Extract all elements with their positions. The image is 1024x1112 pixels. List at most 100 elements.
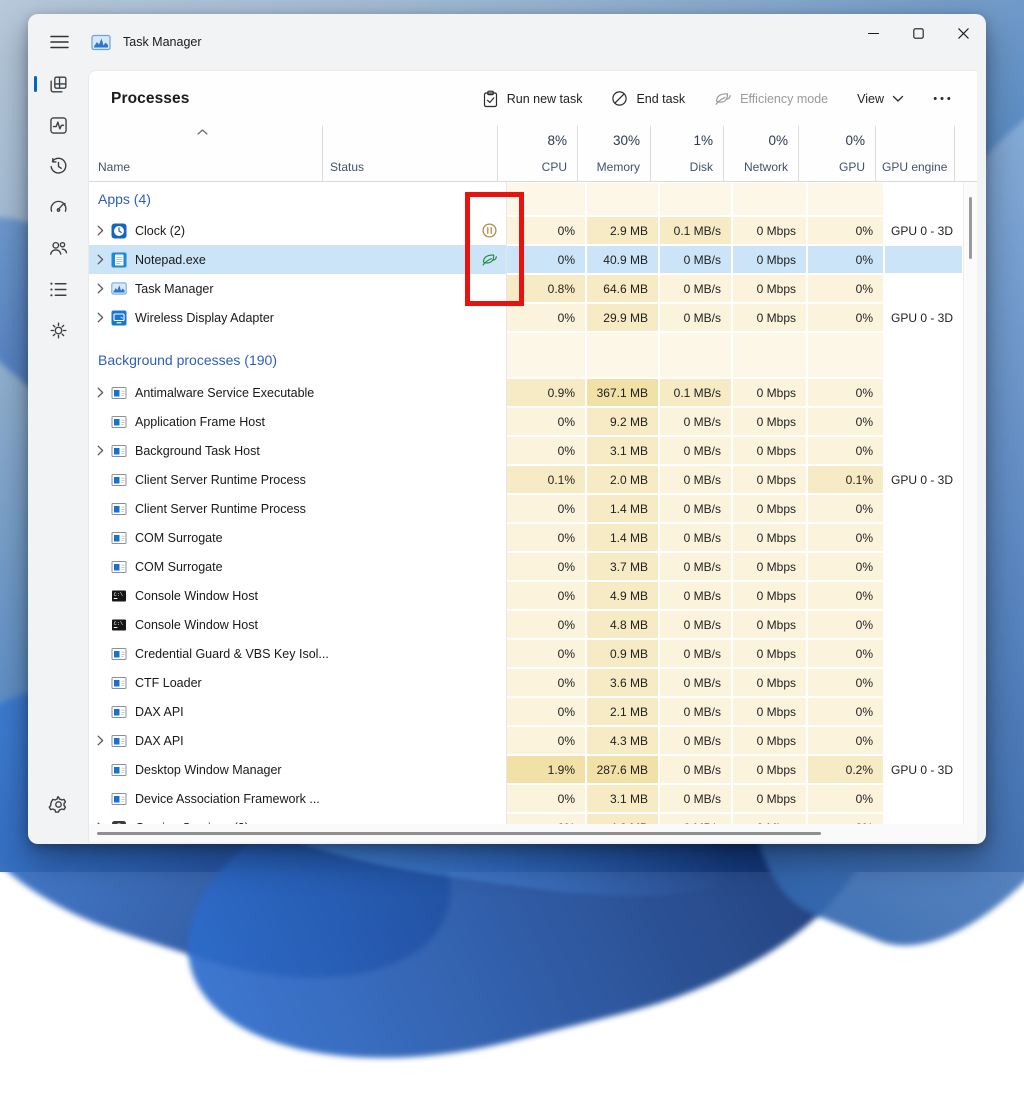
expand-chevron-icon[interactable] — [93, 385, 108, 401]
details-icon — [48, 279, 69, 300]
section-label: Background processes (190) — [89, 332, 506, 378]
process-name: Credential Guard & VBS Key Isol... — [135, 647, 329, 661]
performance-icon — [48, 115, 69, 136]
expand-chevron-icon[interactable] — [93, 443, 108, 459]
close-button[interactable] — [941, 14, 986, 52]
process-row[interactable]: C:\Console Window Host0%4.8 MB0 MB/s0 Mb… — [89, 610, 963, 639]
generic-window-icon — [111, 414, 127, 430]
name-header-label: Name — [98, 160, 322, 174]
value-cell-memory: 4.3 MB — [586, 726, 659, 755]
process-row[interactable]: Clock (2)0%2.9 MB0.1 MB/s0 Mbps0%GPU 0 -… — [89, 216, 963, 245]
process-row[interactable]: Notepad.exe0%40.9 MB0 MB/s0 Mbps0% — [89, 245, 963, 274]
process-row[interactable]: Client Server Runtime Process0.1%2.0 MB0… — [89, 465, 963, 494]
process-row[interactable]: Background Task Host0%3.1 MB0 MB/s0 Mbps… — [89, 436, 963, 465]
value-cell-cpu: 0% — [506, 552, 586, 581]
expand-chevron-icon[interactable] — [93, 733, 108, 749]
efficiency-mode-button[interactable]: Efficiency mode — [712, 86, 830, 111]
column-header-name[interactable]: Name — [89, 126, 323, 181]
process-row[interactable]: Application Frame Host0%9.2 MB0 MB/s0 Mb… — [89, 407, 963, 436]
process-name-cell: Task Manager — [89, 274, 331, 303]
value-cell-gpu: 0% — [807, 639, 884, 668]
process-row[interactable]: CTF Loader0%3.6 MB0 MB/s0 Mbps0% — [89, 668, 963, 697]
value-cell-cpu: 0% — [506, 523, 586, 552]
window-title: Task Manager — [123, 35, 202, 49]
process-name-cell: Credential Guard & VBS Key Isol... — [89, 639, 331, 668]
end-task-button[interactable]: End task — [609, 86, 687, 111]
value-cell-memory: 2.9 MB — [586, 216, 659, 245]
process-row[interactable]: Task Manager0.8%64.6 MB0 MB/s0 Mbps0% — [89, 274, 963, 303]
value-cell-gpu: 0% — [807, 784, 884, 813]
process-row[interactable]: Wireless Display Adapter0%29.9 MB0 MB/s0… — [89, 303, 963, 332]
process-row[interactable]: Desktop Window Manager1.9%287.6 MB0 MB/s… — [89, 755, 963, 784]
expand-chevron-icon[interactable] — [93, 223, 108, 239]
sidebar-item-processes[interactable] — [40, 66, 76, 102]
expand-chevron-icon[interactable] — [93, 252, 108, 268]
sidebar-item-app-history[interactable] — [40, 148, 76, 184]
column-total-percent: 0% — [845, 133, 865, 148]
process-name-cell: Wireless Display Adapter — [89, 303, 331, 332]
expand-chevron-icon[interactable] — [93, 281, 108, 297]
processes-icon — [48, 74, 69, 95]
view-dropdown-button[interactable]: View — [855, 88, 906, 110]
process-name-cell: DAX API — [89, 726, 331, 755]
process-name: Background Task Host — [135, 444, 260, 458]
minimize-button[interactable] — [851, 14, 896, 52]
process-row[interactable]: DAX API0%2.1 MB0 MB/s0 Mbps0% — [89, 697, 963, 726]
column-header-gpu[interactable]: 0%GPU — [799, 126, 876, 181]
process-row[interactable]: C:\Console Window Host0%4.9 MB0 MB/s0 Mb… — [89, 581, 963, 610]
empty-heat-cell — [586, 182, 659, 216]
task-manager-window: Task Manager Processes Run new task End … — [28, 14, 986, 844]
maximize-icon — [913, 28, 924, 39]
column-header-gpu-engine[interactable]: GPU engine — [876, 126, 955, 181]
sidebar-item-performance[interactable] — [40, 107, 76, 143]
value-cell-memory: 29.9 MB — [586, 303, 659, 332]
sidebar-item-details[interactable] — [40, 271, 76, 307]
value-cell-disk: 0 MB/s — [659, 581, 732, 610]
process-row[interactable]: Credential Guard & VBS Key Isol...0%0.9 … — [89, 639, 963, 668]
chevron-placeholder — [93, 530, 108, 546]
value-cell-disk: 0 MB/s — [659, 523, 732, 552]
column-header-network[interactable]: 0%Network — [724, 126, 799, 181]
process-row[interactable]: DAX API0%4.3 MB0 MB/s0 Mbps0% — [89, 726, 963, 755]
process-name: Wireless Display Adapter — [135, 311, 274, 325]
sort-ascending-caret-icon — [197, 129, 208, 135]
process-name: Application Frame Host — [135, 415, 265, 429]
vertical-scrollbar-thumb[interactable] — [969, 197, 972, 259]
value-cell-gpu: 0% — [807, 697, 884, 726]
sidebar-item-users[interactable] — [40, 230, 76, 266]
maximize-button[interactable] — [896, 14, 941, 52]
toolbar: Run new task End task Efficiency mode Vi… — [480, 86, 953, 112]
generic-window-icon — [111, 791, 127, 807]
status-cell — [331, 494, 506, 523]
process-row[interactable]: Client Server Runtime Process0%1.4 MB0 M… — [89, 494, 963, 523]
generic-window-icon — [111, 530, 127, 546]
horizontal-scrollbar-thumb[interactable] — [97, 832, 821, 835]
titlebar[interactable]: Task Manager — [28, 14, 986, 70]
column-header-disk[interactable]: 1%Disk — [651, 126, 724, 181]
value-cell-disk: 0 MB/s — [659, 726, 732, 755]
sidebar-item-settings[interactable] — [40, 786, 76, 822]
process-row[interactable]: COM Surrogate0%1.4 MB0 MB/s0 Mbps0% — [89, 523, 963, 552]
process-row[interactable]: Device Association Framework ...0%3.1 MB… — [89, 784, 963, 813]
value-cell-network: 0 Mbps — [732, 303, 807, 332]
sidebar-item-services[interactable] — [40, 312, 76, 348]
process-name: DAX API — [135, 734, 184, 748]
generic-window-icon — [111, 762, 127, 778]
run-new-task-button[interactable]: Run new task — [480, 86, 585, 112]
more-options-button[interactable] — [931, 92, 953, 105]
column-header-cpu[interactable]: 8%CPU — [498, 126, 578, 181]
efficiency-leaf-icon — [714, 90, 732, 107]
column-header-memory[interactable]: 30%Memory — [578, 126, 651, 181]
sidebar — [28, 64, 88, 844]
horizontal-scrollbar[interactable] — [89, 824, 977, 842]
value-cell-disk: 0 MB/s — [659, 436, 732, 465]
value-cell-memory: 4.9 MB — [586, 581, 659, 610]
expand-chevron-icon[interactable] — [93, 310, 108, 326]
process-row[interactable]: COM Surrogate0%3.7 MB0 MB/s0 Mbps0% — [89, 552, 963, 581]
process-row[interactable]: Antimalware Service Executable0.9%367.1 … — [89, 378, 963, 407]
vertical-scrollbar[interactable] — [963, 183, 977, 825]
navigation-menu-button[interactable] — [41, 25, 77, 59]
more-icon — [933, 96, 951, 101]
column-header-status[interactable]: Status — [323, 126, 498, 181]
sidebar-item-startup-apps[interactable] — [40, 189, 76, 225]
